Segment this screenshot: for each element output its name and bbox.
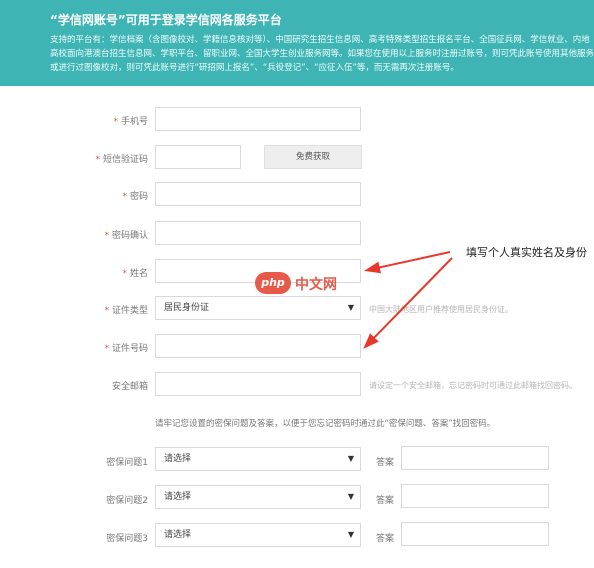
password-input[interactable] bbox=[155, 182, 361, 206]
password-label: * 密码 bbox=[122, 192, 148, 202]
phone-label: * 手机号 bbox=[113, 117, 148, 127]
security-question-1-label: 密保问题1 bbox=[106, 458, 148, 468]
arrow-to-name bbox=[364, 251, 451, 274]
watermark-text: 中文网 bbox=[295, 277, 337, 293]
answer-3-label: 答案 bbox=[376, 534, 395, 544]
banner-desc-line: 支持的平台有：学信档案（含图像校对、学籍信息核对等）、中国研究生招生信息网、高考… bbox=[50, 35, 590, 45]
id-type-hint: 中国大陆地区用户推荐使用居民身份证。 bbox=[369, 305, 513, 314]
answer-2-label: 答案 bbox=[376, 496, 395, 506]
annotation-text: 填写个人真实姓名及身份 bbox=[466, 246, 587, 259]
chevron-down-icon: ▼ bbox=[347, 492, 354, 501]
arrow-to-id-number bbox=[363, 257, 453, 349]
phone-input[interactable] bbox=[155, 107, 361, 131]
sms-code-label: * 短信验证码 bbox=[95, 155, 148, 165]
name-label: * 姓名 bbox=[122, 269, 148, 279]
id-type-value: 居民身份证 bbox=[164, 303, 210, 313]
security-question-2-select[interactable]: 请选择 ▼ bbox=[155, 485, 361, 509]
security-question-3-select[interactable]: 请选择 ▼ bbox=[155, 523, 361, 547]
email-label: 安全邮箱 bbox=[111, 382, 148, 392]
get-code-button[interactable]: 免费获取 bbox=[264, 145, 362, 169]
security-question-1-value: 请选择 bbox=[164, 454, 192, 464]
chevron-down-icon: ▼ bbox=[347, 303, 354, 312]
email-input[interactable] bbox=[155, 372, 361, 396]
email-hint: 请设定一个安全邮箱，忘记密码时可通过此邮箱找回密码。 bbox=[369, 381, 577, 390]
security-question-3-label: 密保问题3 bbox=[106, 534, 148, 544]
id-type-label: * 证件类型 bbox=[104, 306, 148, 316]
php-logo: php bbox=[255, 272, 291, 294]
banner-title: “学信网账号”可用于登录学信网各服务平台 bbox=[50, 13, 282, 27]
password-confirm-input[interactable] bbox=[155, 221, 361, 245]
password-confirm-label: * 密码确认 bbox=[104, 231, 148, 241]
answer-1-label: 答案 bbox=[376, 458, 395, 468]
id-type-select[interactable]: 居民身份证 ▼ bbox=[155, 296, 361, 320]
answer-3-input[interactable] bbox=[401, 522, 549, 546]
chevron-down-icon: ▼ bbox=[347, 454, 354, 463]
security-question-1-select[interactable]: 请选择 ▼ bbox=[155, 447, 361, 471]
banner-desc-line: 或进行过图像校对，则可凭此账号进行“研招网上报名”、“兵役登记”、“应征入伍”等… bbox=[50, 63, 459, 73]
security-question-3-value: 请选择 bbox=[164, 530, 192, 540]
php-watermark: php 中文网 bbox=[255, 272, 365, 296]
security-question-2-value: 请选择 bbox=[164, 492, 192, 502]
security-question-note: 请牢记您设置的密保问题及答案，以便于您忘记密码时通过此“密保问题、答案”找回密码… bbox=[155, 419, 496, 429]
id-number-input[interactable] bbox=[155, 334, 361, 358]
id-number-label: * 证件号码 bbox=[104, 344, 148, 354]
info-banner: “学信网账号”可用于登录学信网各服务平台 支持的平台有：学信档案（含图像校对、学… bbox=[0, 0, 594, 86]
answer-1-input[interactable] bbox=[401, 446, 549, 470]
security-question-2-label: 密保问题2 bbox=[106, 496, 148, 506]
banner-desc-line: 高校面向港澳台招生信息网、学职平台、留职业网、全国大学生创业服务网等。如果您在使… bbox=[50, 49, 594, 59]
sms-code-input[interactable] bbox=[155, 145, 241, 169]
chevron-down-icon: ▼ bbox=[347, 530, 354, 539]
answer-2-input[interactable] bbox=[401, 484, 549, 508]
banner-description: 支持的平台有：学信档案（含图像校对、学籍信息核对等）、中国研究生招生信息网、高考… bbox=[50, 33, 594, 75]
